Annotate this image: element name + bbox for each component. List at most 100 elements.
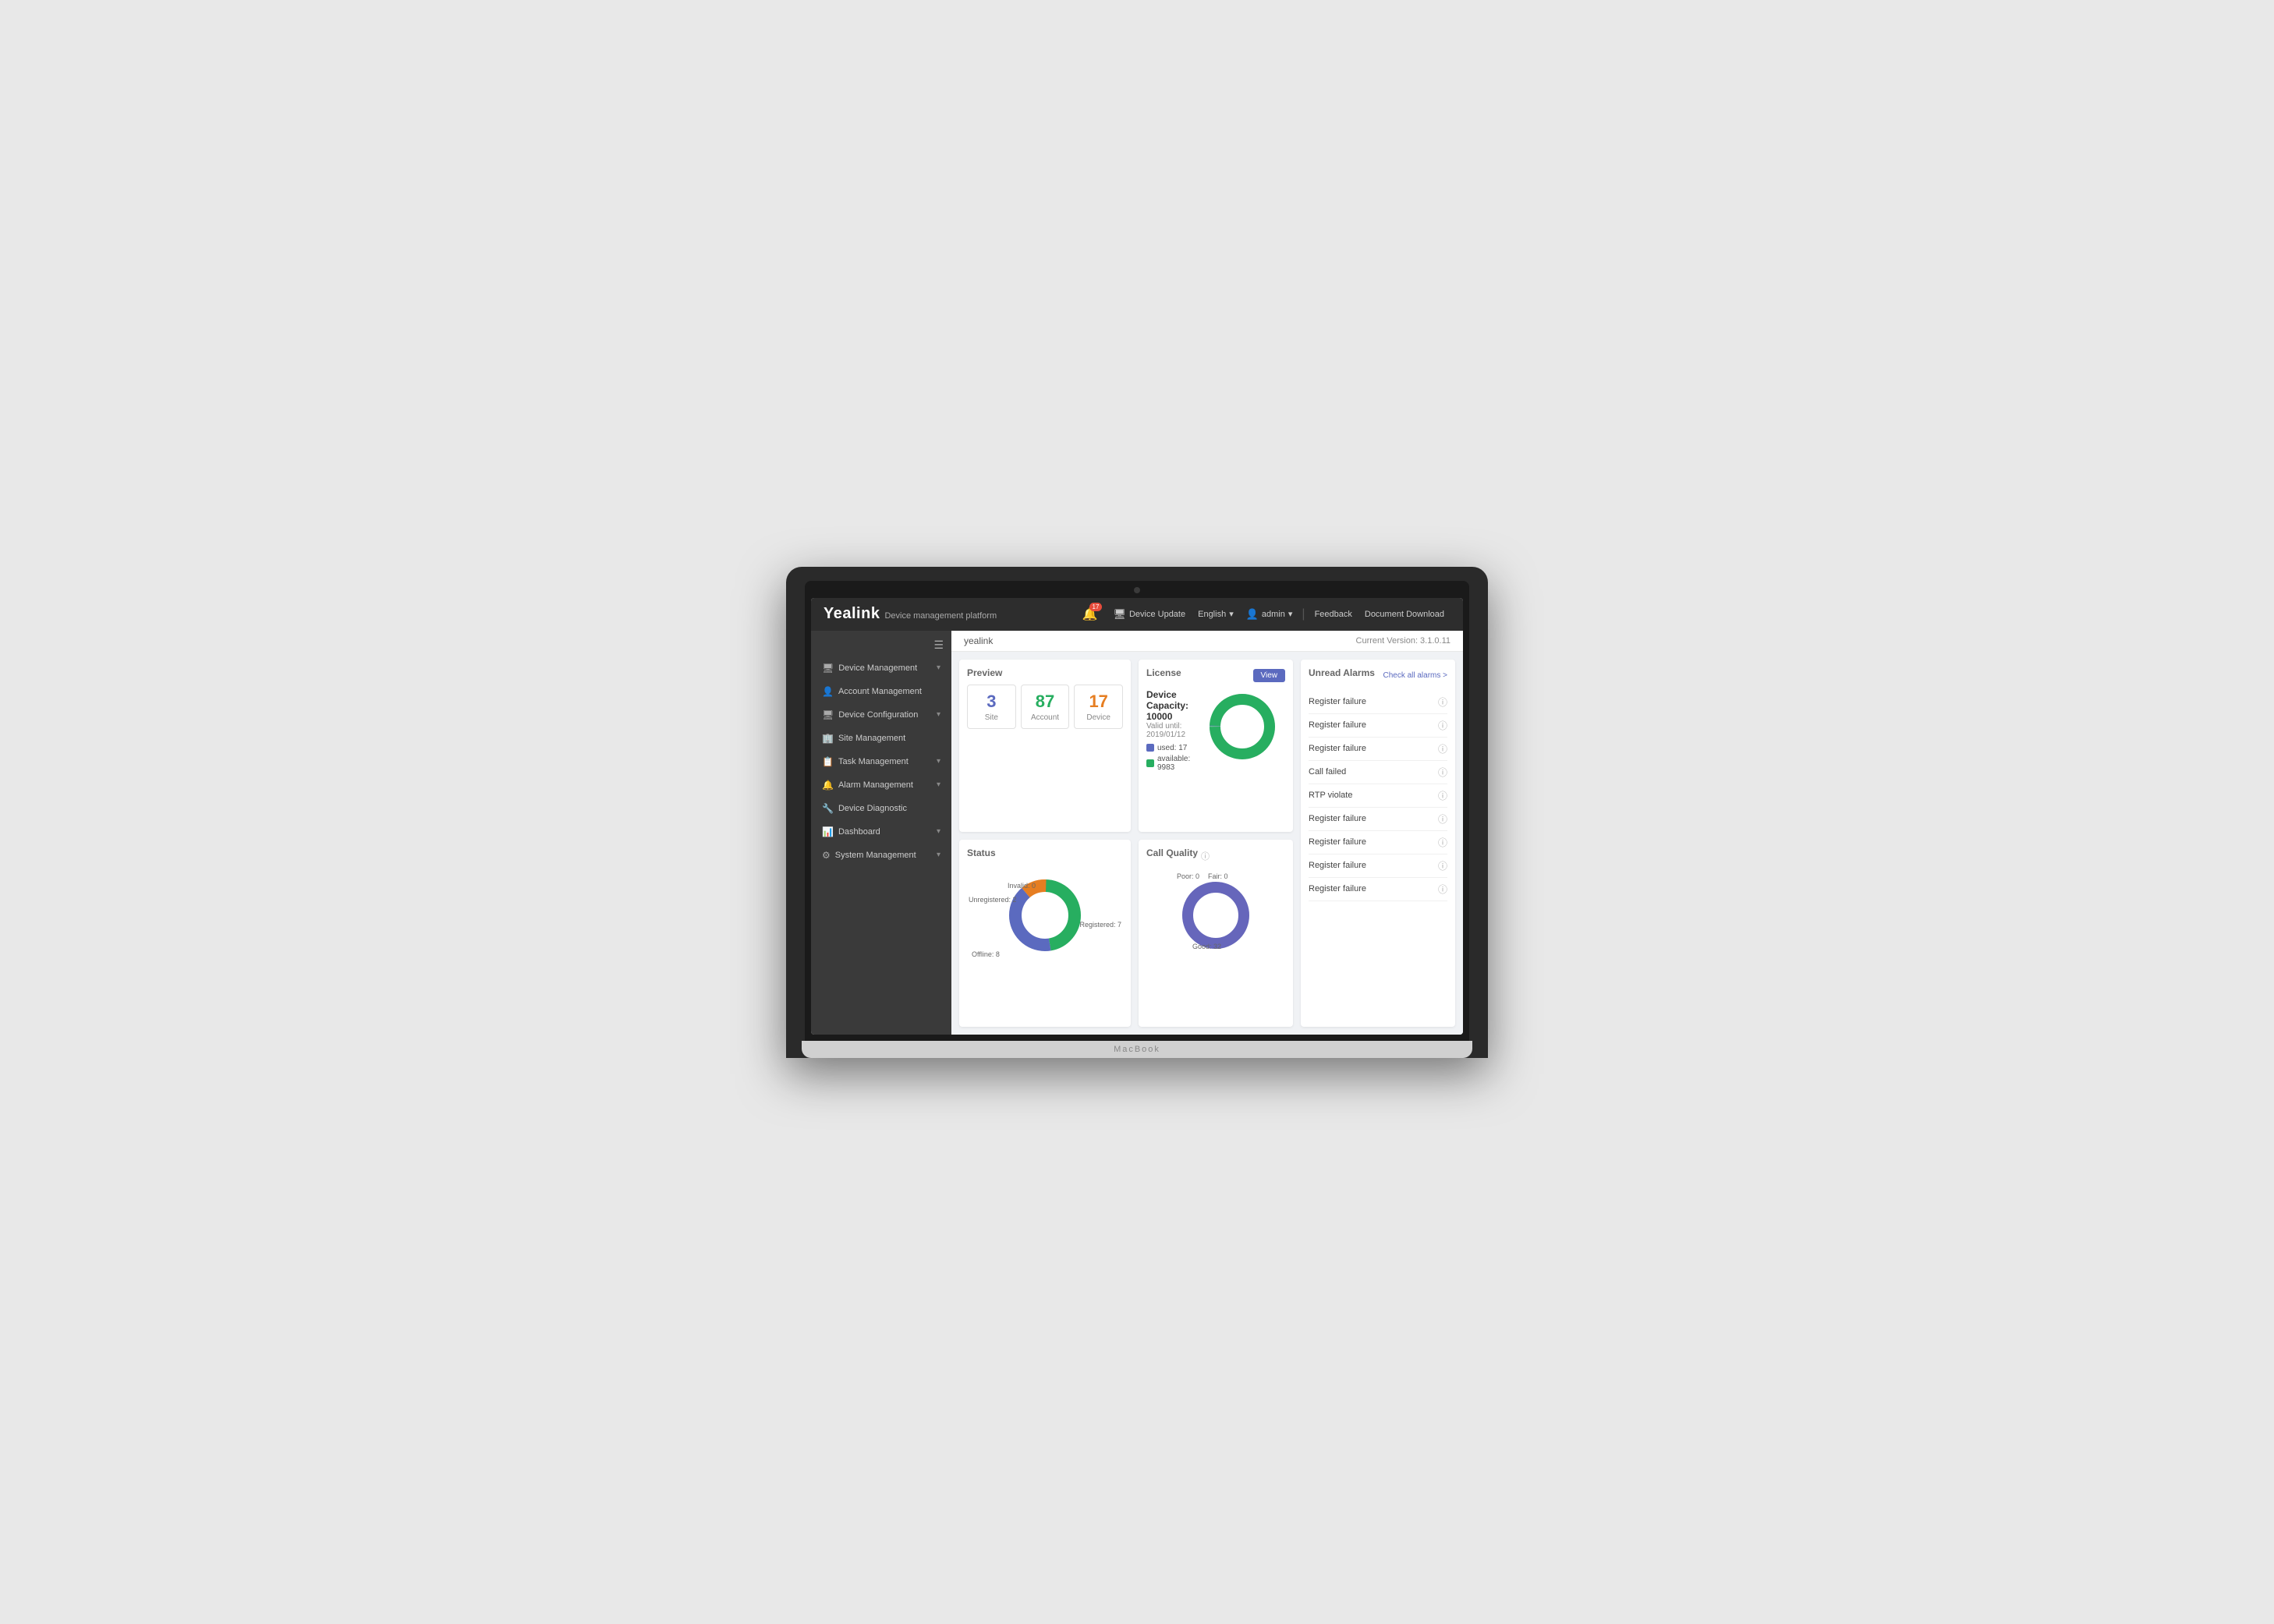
content-body: Preview 3 Site 87 Account (951, 652, 1463, 1035)
sidebar-item-site-management[interactable]: 🏢 Site Management (811, 727, 951, 750)
alarm-mgmt-icon: 🔔 (822, 780, 834, 791)
preview-stats: 3 Site 87 Account 17 Device (967, 685, 1123, 729)
expand-arrow-icon: ▾ (937, 851, 940, 859)
webcam (1134, 587, 1140, 593)
alarm-info-icon[interactable]: ⓘ (1438, 859, 1447, 872)
language-arrow-icon: ▾ (1229, 609, 1234, 619)
sidebar-item-label: Device Diagnostic (838, 804, 907, 813)
invalid-label: Invalid: 0 (1008, 882, 1036, 890)
device-mgmt-icon: 🖥 (822, 663, 834, 674)
sidebar-item-system-management[interactable]: ⚙ System Management ▾ (811, 844, 951, 867)
license-content: Device Capacity: 10000 Valid until: 2019… (1146, 689, 1285, 772)
alarm-info-icon[interactable]: ⓘ (1438, 812, 1447, 826)
check-all-link[interactable]: Check all alarms > (1383, 671, 1447, 680)
main-layout: ☰ 🖥 Device Management ▾ 👤 Account Manage… (811, 631, 1463, 1035)
alarm-list-item: RTP violateⓘ (1309, 784, 1447, 808)
license-card: License View Device Capacity: 10000 Vali… (1139, 660, 1293, 833)
alarm-list-item: Call failed ⓘ (1309, 761, 1447, 784)
site-stat: 3 Site (967, 685, 1016, 729)
alarm-list-item: Register failure ⓘ (1309, 808, 1447, 831)
device-config-icon: 🖥 (822, 709, 834, 720)
language-label: English (1198, 610, 1226, 619)
license-valid: Valid until: 2019/01/12 (1146, 722, 1199, 739)
call-quality-header: Call Quality ⓘ (1146, 847, 1285, 865)
sidebar-item-label: System Management (835, 851, 916, 860)
license-donut-svg (1207, 692, 1277, 762)
device-update-nav[interactable]: 🖥 Device Update (1107, 598, 1192, 631)
document-download-nav[interactable]: Document Download (1358, 598, 1450, 631)
sidebar-item-device-configuration[interactable]: 🖥 Device Configuration ▾ (811, 703, 951, 727)
sidebar-item-label: Device Configuration (838, 710, 918, 720)
alarm-text: Register failure (1309, 814, 1366, 823)
alarm-info-icon[interactable]: ⓘ (1438, 695, 1447, 709)
site-mgmt-icon: 🏢 (822, 733, 834, 744)
unregistered-label: Unregistered: 2 (969, 896, 1017, 904)
sidebar-item-account-management[interactable]: 👤 Account Management (811, 680, 951, 703)
license-donut (1207, 692, 1285, 770)
info-icon[interactable]: ⓘ (1201, 850, 1210, 862)
alarm-info-icon[interactable]: ⓘ (1438, 883, 1447, 896)
device-stat: 17 Device (1074, 685, 1123, 729)
alarm-info-icon[interactable]: ⓘ (1438, 742, 1447, 755)
expand-arrow-icon: ▾ (937, 757, 940, 766)
alarm-text: Register failure (1309, 697, 1366, 706)
alarm-info-icon[interactable]: ⓘ (1438, 789, 1447, 802)
alarm-text: Register failure (1309, 744, 1366, 753)
macbook-label: MacBook (1114, 1045, 1160, 1054)
bell-badge: 17 (1089, 603, 1103, 611)
admin-menu[interactable]: 👤 admin ▾ (1240, 598, 1299, 631)
alarm-list-item: Register failureⓘ (1309, 854, 1447, 878)
monitor-icon: 🖥 (1113, 608, 1126, 621)
sidebar-item-device-diagnostic[interactable]: 🔧 Device Diagnostic (811, 797, 951, 820)
alarm-list-item: Register failureⓘ (1309, 831, 1447, 854)
admin-arrow-icon: ▾ (1288, 609, 1293, 619)
alarm-list-item: Register failureⓘ (1309, 878, 1447, 901)
sidebar-item-device-management[interactable]: 🖥 Device Management ▾ (811, 656, 951, 680)
available-label: available: 9983 (1157, 755, 1199, 772)
license-title: License (1146, 667, 1181, 678)
language-selector[interactable]: English ▾ (1192, 598, 1240, 631)
document-download-label: Document Download (1365, 610, 1444, 619)
expand-arrow-icon: ▾ (937, 827, 940, 836)
screen-border: Yealink Device management platform 🔔 17 … (805, 581, 1469, 1041)
device-diag-icon: 🔧 (822, 803, 834, 814)
sidebar-item-dashboard[interactable]: 📊 Dashboard ▾ (811, 820, 951, 844)
expand-arrow-icon: ▾ (937, 780, 940, 789)
notification-bell[interactable]: 🔔 17 (1082, 607, 1098, 622)
sidebar-item-task-management[interactable]: 📋 Task Management ▾ (811, 750, 951, 773)
brand: Yealink Device management platform (824, 605, 997, 623)
sidebar: ☰ 🖥 Device Management ▾ 👤 Account Manage… (811, 631, 951, 1035)
sidebar-item-alarm-management[interactable]: 🔔 Alarm Management ▾ (811, 773, 951, 797)
alarm-info-icon[interactable]: ⓘ (1438, 836, 1447, 849)
alarm-text: Call failed (1309, 767, 1346, 777)
top-nav: Yealink Device management platform 🔔 17 … (811, 598, 1463, 631)
alarm-info-icon[interactable]: ⓘ (1438, 719, 1447, 732)
admin-label: admin (1262, 610, 1285, 619)
registered-label: Registered: 7 (1079, 921, 1121, 929)
hamburger-icon: ☰ (933, 639, 944, 652)
preview-card: Preview 3 Site 87 Account (959, 660, 1131, 833)
sidebar-item-label: Task Management (838, 757, 909, 766)
good-label: Good: 32 (1192, 943, 1221, 950)
account-label: Account (1031, 713, 1060, 722)
user-circle-icon: 👤 (1246, 608, 1259, 621)
alarm-text: Register failure (1309, 720, 1366, 730)
device-update-label: Device Update (1129, 610, 1185, 619)
sidebar-toggle[interactable]: ☰ (811, 634, 951, 656)
view-button[interactable]: View (1253, 669, 1286, 682)
alarm-info-icon[interactable]: ⓘ (1438, 766, 1447, 779)
content-area: yealink Current Version: 3.1.0.11 Previe… (951, 631, 1463, 1035)
account-stat: 87 Account (1021, 685, 1070, 729)
nav-divider: | (1298, 607, 1308, 621)
preview-title: Preview (967, 667, 1123, 678)
license-info: Device Capacity: 10000 Valid until: 2019… (1146, 689, 1199, 772)
alarm-list-item: Register failure ⓘ (1309, 714, 1447, 738)
feedback-nav[interactable]: Feedback (1309, 598, 1358, 631)
license-legend: used: 17 available: 9983 (1146, 744, 1199, 772)
alarms-header: Unread Alarms Check all alarms > (1309, 667, 1447, 685)
laptop-screen: Yealink Device management platform 🔔 17 … (811, 598, 1463, 1035)
sidebar-item-label: Site Management (838, 734, 905, 743)
version-text: Current Version: 3.1.0.11 (1356, 636, 1450, 646)
account-mgmt-icon: 👤 (822, 686, 834, 697)
alarms-title: Unread Alarms (1309, 667, 1375, 678)
